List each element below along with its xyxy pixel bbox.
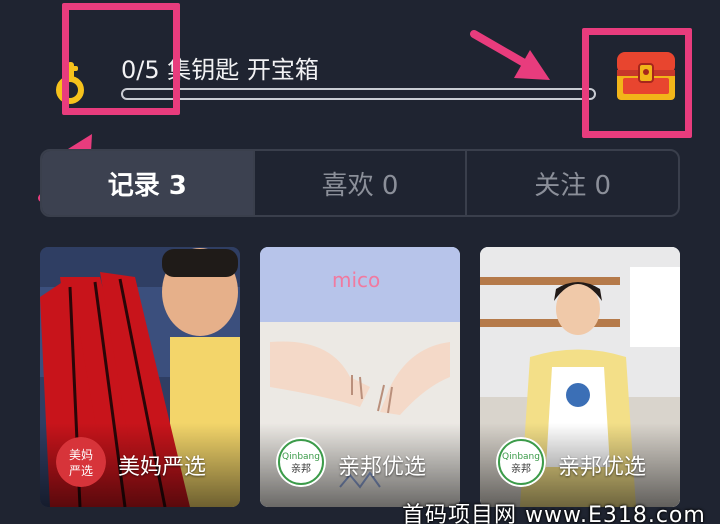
svg-text:Qinbang: Qinbang	[502, 452, 540, 462]
svg-text:严选: 严选	[69, 464, 93, 478]
svg-text:mico: mico	[332, 268, 380, 292]
shop-name: 亲邦优选	[558, 455, 647, 480]
tab-bar: 记录 3 喜欢 0 关注 0	[40, 149, 680, 217]
key-progress-bar	[121, 88, 596, 100]
video-card[interactable]: mico Qinbang 亲邦 亲邦优选	[260, 247, 460, 507]
svg-text:美妈: 美妈	[69, 448, 93, 462]
svg-text:Qinbang: Qinbang	[282, 452, 320, 462]
tab-records[interactable]: 记录 3	[42, 151, 253, 215]
svg-text:亲邦: 亲邦	[511, 462, 531, 475]
svg-text:亲邦: 亲邦	[291, 462, 311, 475]
video-card[interactable]: 美妈 严选 美妈严选	[40, 247, 240, 507]
tab-following[interactable]: 关注 0	[465, 151, 678, 215]
shop-name: 亲邦优选	[338, 455, 427, 480]
video-card[interactable]: Qinbang 亲邦 亲邦优选	[480, 247, 680, 507]
shop-name: 美妈严选	[118, 455, 207, 480]
watermark: 首码项目网 www.E318.com	[402, 503, 706, 524]
shop-avatar: Qinbang 亲邦	[276, 437, 326, 487]
annotation-arrow-icon	[470, 30, 550, 80]
annotation-highlight-box	[582, 28, 692, 138]
shop-avatar: 美妈 严选	[56, 437, 106, 487]
annotation-highlight-box	[62, 3, 180, 115]
tab-likes[interactable]: 喜欢 0	[252, 151, 466, 215]
shop-avatar: Qinbang 亲邦	[496, 437, 546, 487]
